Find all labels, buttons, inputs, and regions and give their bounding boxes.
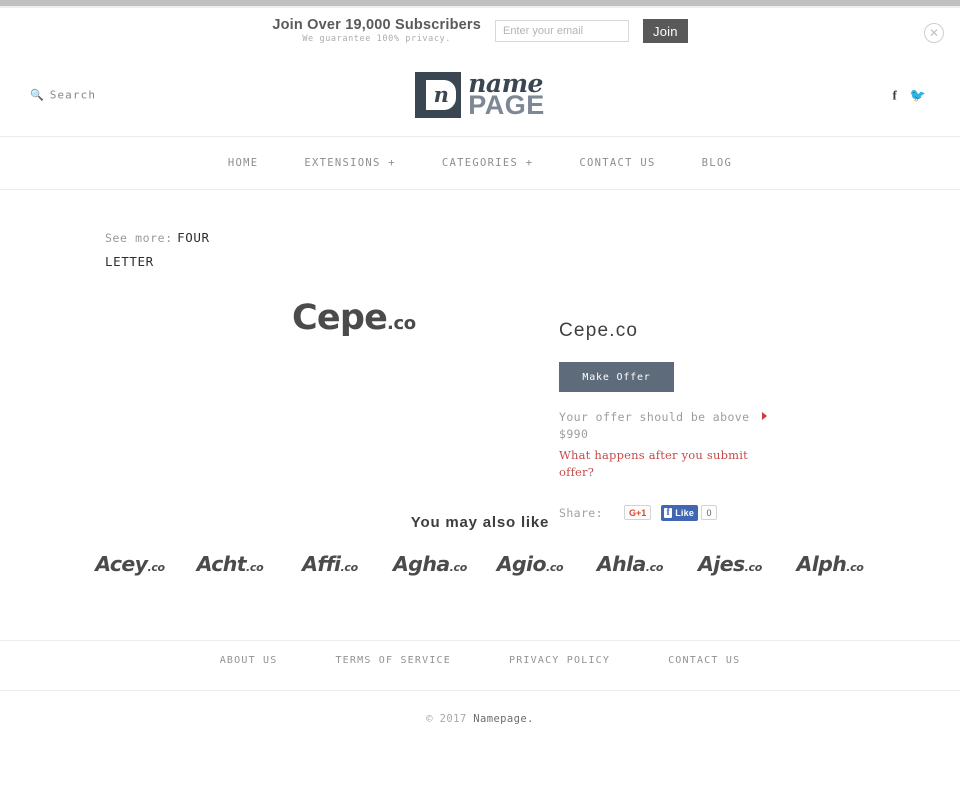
facebook-icon[interactable]: f: [892, 89, 896, 102]
related-domain-name: Ahla: [596, 552, 647, 576]
related-domain-item[interactable]: Alph.co: [780, 552, 880, 576]
related-domain-tld: .co: [846, 561, 864, 574]
newsletter-text: Join Over 19,000 Subscribers We guarante…: [272, 16, 482, 45]
twitter-icon[interactable]: 🐦: [910, 89, 926, 102]
domain-wordmark-name: Cepe: [292, 298, 388, 338]
copyright-brand: Namepage.: [473, 713, 534, 725]
offer-help-link[interactable]: What happens after you submit offer?: [559, 447, 769, 482]
breadcrumb: See more: FOUR LETTER: [105, 226, 265, 274]
related-domain-item[interactable]: Agha.co: [380, 552, 480, 576]
breadcrumb-prefix: See more:: [105, 231, 173, 245]
related-domain-tld: .co: [645, 561, 664, 574]
logo-n-letter: n: [433, 82, 449, 107]
nav-item-categories[interactable]: CATEGORIES +: [419, 157, 556, 169]
related-domain-tld: .co: [246, 561, 264, 574]
related-domain-name: Affi: [302, 552, 341, 576]
related-domain-item[interactable]: Ahla.co: [580, 552, 680, 576]
related-domain-tld: .co: [449, 561, 468, 574]
arrow-right-icon: [762, 412, 767, 420]
offer-note-line1: Your offer should be above: [559, 410, 750, 424]
related-domain-tld: .co: [545, 561, 564, 574]
nav-item-extensions[interactable]: EXTENSIONS +: [281, 157, 418, 169]
search-button[interactable]: 🔍 Search: [30, 89, 96, 102]
nav-item-home[interactable]: HOME: [205, 157, 282, 169]
related-domain-item[interactable]: Acht.co: [180, 552, 280, 576]
newsletter-title: Join Over 19,000 Subscribers: [272, 16, 482, 33]
footer-navigation: ABOUT US TERMS OF SERVICE PRIVACY POLICY…: [0, 655, 960, 666]
footer-link-terms-of-service[interactable]: TERMS OF SERVICE: [306, 655, 480, 666]
copyright: © 2017 Namepage.: [0, 713, 960, 725]
related-section-title: You may also like: [410, 514, 550, 531]
newsletter-subtitle: We guarantee 100% privacy.: [302, 34, 451, 45]
newsletter-bar: Join Over 19,000 Subscribers We guarante…: [0, 8, 960, 54]
related-domain-item[interactable]: Agio.co: [480, 552, 580, 576]
related-domains-list: Acey.co Acht.co Affi.co Agha.co Agio.co …: [0, 552, 960, 576]
page-title: Cepe.co: [559, 320, 639, 341]
social-links: f 🐦: [892, 89, 926, 102]
domain-wordmark: Cepe.co: [292, 298, 416, 338]
related-domain-item[interactable]: Ajes.co: [680, 552, 780, 576]
footer-divider-bottom: [0, 690, 960, 691]
make-offer-button[interactable]: Make Offer: [559, 362, 674, 392]
related-domain-tld: .co: [340, 561, 358, 574]
related-domain-name: Acey: [95, 552, 148, 576]
domain-wordmark-tld: .co: [387, 313, 416, 334]
logo-wordmark: name PAGE: [468, 71, 545, 121]
nav-item-contact-us[interactable]: CONTACT US: [556, 157, 678, 169]
related-domain-name: Ajes: [698, 552, 745, 576]
logo-mark-icon: n: [415, 72, 462, 118]
site-header: 🔍 Search n name PAGE f 🐦: [0, 54, 960, 137]
related-domain-tld: .co: [744, 561, 763, 574]
newsletter-email-input[interactable]: [495, 20, 630, 42]
footer-link-privacy-policy[interactable]: PRIVACY POLICY: [480, 655, 639, 666]
site-logo[interactable]: n name PAGE: [415, 71, 545, 121]
search-icon: 🔍: [30, 89, 44, 102]
close-circle-icon[interactable]: ✕: [924, 23, 944, 43]
logo-word-page: PAGE: [468, 90, 545, 121]
related-domain-name: Alph: [796, 552, 847, 576]
offer-panel: Cepe.co Make Offer Your offer should be …: [559, 320, 859, 521]
copyright-prefix: © 2017: [426, 713, 474, 725]
related-domain-item[interactable]: Acey.co: [80, 552, 180, 576]
related-domain-item[interactable]: Affi.co: [280, 552, 380, 576]
footer-divider-top: [0, 640, 960, 641]
offer-minimum-note: Your offer should be above $990 What hap…: [559, 409, 769, 482]
main-navigation: HOME EXTENSIONS + CATEGORIES + CONTACT U…: [0, 137, 960, 190]
related-domain-name: Acht: [196, 552, 247, 576]
related-domain-tld: .co: [147, 561, 165, 574]
footer-link-contact-us[interactable]: CONTACT US: [639, 655, 769, 666]
footer-link-about-us[interactable]: ABOUT US: [191, 655, 307, 666]
related-domain-name: Agio: [496, 552, 547, 576]
search-label: Search: [49, 88, 97, 102]
nav-item-blog[interactable]: BLOG: [679, 157, 756, 169]
offer-note-price: $990: [559, 427, 589, 442]
related-domain-name: Agha: [393, 552, 450, 576]
newsletter-join-button[interactable]: Join: [643, 19, 688, 43]
